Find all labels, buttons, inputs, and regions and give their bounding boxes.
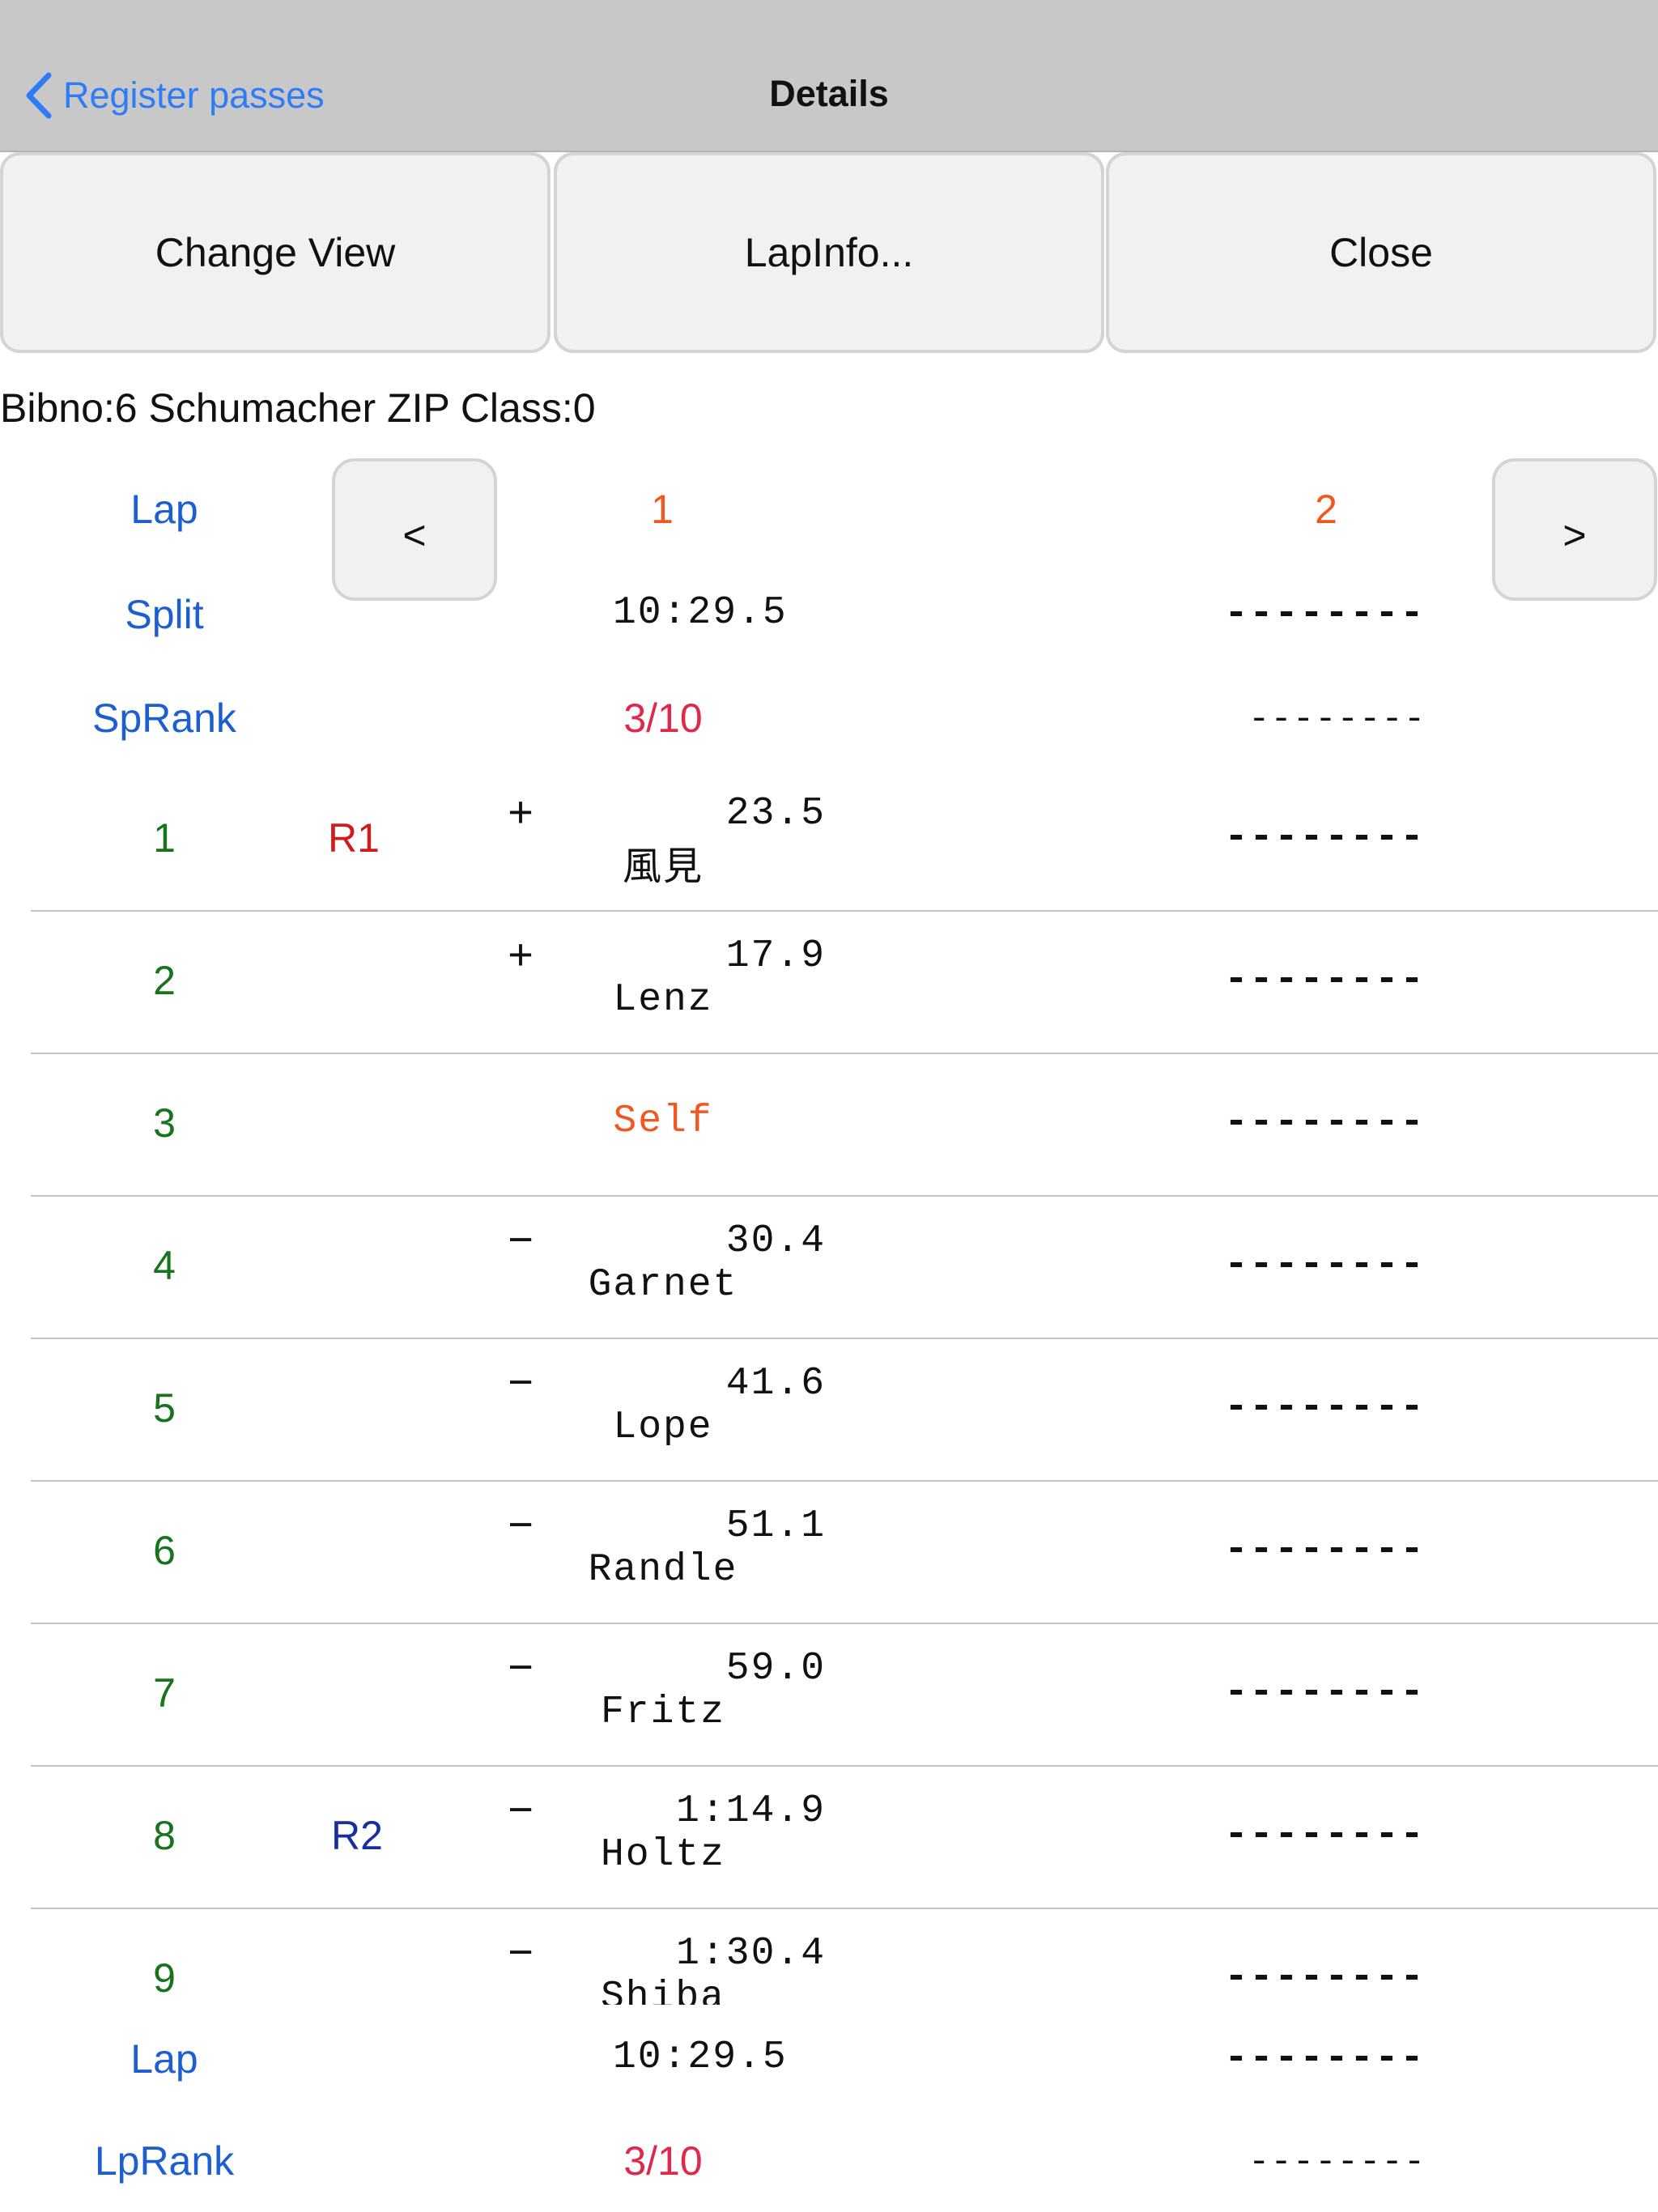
row-position: 4 — [153, 1243, 176, 1288]
row-position: 5 — [153, 1385, 176, 1431]
navigation-bar: Register passes Details — [0, 0, 1658, 152]
lap-header-label: Lap — [130, 487, 198, 532]
row-position: 6 — [153, 1528, 176, 1573]
competitor-name: Lenz — [613, 978, 713, 1022]
row-divider — [31, 1053, 1658, 1054]
time-diff: 17.9 — [725, 934, 826, 978]
competitor-name: 風見 — [622, 844, 704, 889]
lap-2-header: 2 — [1315, 487, 1337, 532]
time-diff: 41.6 — [725, 1362, 826, 1406]
split-lap-1: 10:29.5 — [613, 591, 788, 635]
time-diff: 51.1 — [725, 1504, 826, 1548]
row-divider — [31, 1195, 1658, 1197]
close-button[interactable]: Close — [1106, 152, 1656, 353]
racer-info: Bibno:6 Schumacher ZIP Class:0 — [0, 385, 596, 431]
competitor-name: Holtz — [600, 1833, 726, 1877]
row-position: 7 — [153, 1670, 176, 1716]
row-lap-2: -------- — [1224, 1670, 1426, 1716]
row-divider — [31, 1765, 1658, 1767]
lap-info-button[interactable]: LapInfo... — [554, 152, 1104, 353]
row-lap-2: -------- — [1224, 957, 1426, 1003]
sprank-lap-1: 3/10 — [623, 696, 703, 741]
row-divider — [31, 1623, 1658, 1624]
competitor-name: Garnet — [588, 1263, 738, 1307]
lprank-label: LpRank — [94, 2138, 235, 2184]
row-divider — [31, 910, 1658, 912]
row-divider — [31, 1338, 1658, 1339]
lap-time-lap-1: 10:29.5 — [613, 2035, 788, 2079]
competitor-name: Shiba — [600, 1976, 726, 2005]
page-title: Details — [769, 73, 889, 114]
lap-time-lap-2: -------- — [1224, 2035, 1426, 2082]
split-lap-2: -------- — [1224, 591, 1426, 637]
lap-1-header: 1 — [651, 487, 674, 532]
competitor-name: Randle — [588, 1548, 738, 1592]
row-lap-2: -------- — [1224, 815, 1426, 861]
row-lap-2: -------- — [1224, 1385, 1426, 1431]
row-lap-2: -------- — [1224, 1955, 1426, 2001]
time-diff: 1:30.4 — [676, 1932, 826, 1976]
row-position: 2 — [153, 958, 176, 1003]
competitor-name: Fritz — [600, 1691, 726, 1734]
next-lap-button[interactable]: > — [1492, 458, 1657, 601]
row-divider — [31, 1480, 1658, 1482]
row-position: 3 — [153, 1100, 176, 1146]
self-indicator: Self — [613, 1100, 713, 1143]
lap-footer-label: Lap — [130, 2036, 198, 2082]
lprank-lap-1: 3/10 — [623, 2138, 703, 2184]
rival-badge: R1 — [328, 815, 380, 861]
ranking-row[interactable]: 9 − 1:30.4 Shiba -------- — [0, 1909, 1658, 2005]
competitor-name: Lope — [613, 1406, 713, 1449]
time-diff: 59.0 — [725, 1647, 826, 1691]
time-diff: 30.4 — [725, 1219, 826, 1263]
split-label: Split — [125, 592, 204, 637]
row-lap-2: -------- — [1224, 1100, 1426, 1146]
row-lap-2: -------- — [1224, 1812, 1426, 1858]
sprank-lap-2: -------- — [1248, 700, 1426, 740]
rival-badge: R2 — [331, 1813, 383, 1858]
time-diff: 1:14.9 — [676, 1789, 826, 1833]
row-lap-2: -------- — [1224, 1242, 1426, 1288]
change-view-button[interactable]: Change View — [0, 152, 551, 353]
sprank-label: SpRank — [92, 696, 236, 741]
row-position: 9 — [153, 1955, 176, 2001]
time-diff: 23.5 — [725, 792, 826, 836]
previous-lap-button[interactable]: < — [332, 458, 497, 601]
row-lap-2: -------- — [1224, 1527, 1426, 1573]
lprank-lap-2: -------- — [1248, 2142, 1426, 2183]
